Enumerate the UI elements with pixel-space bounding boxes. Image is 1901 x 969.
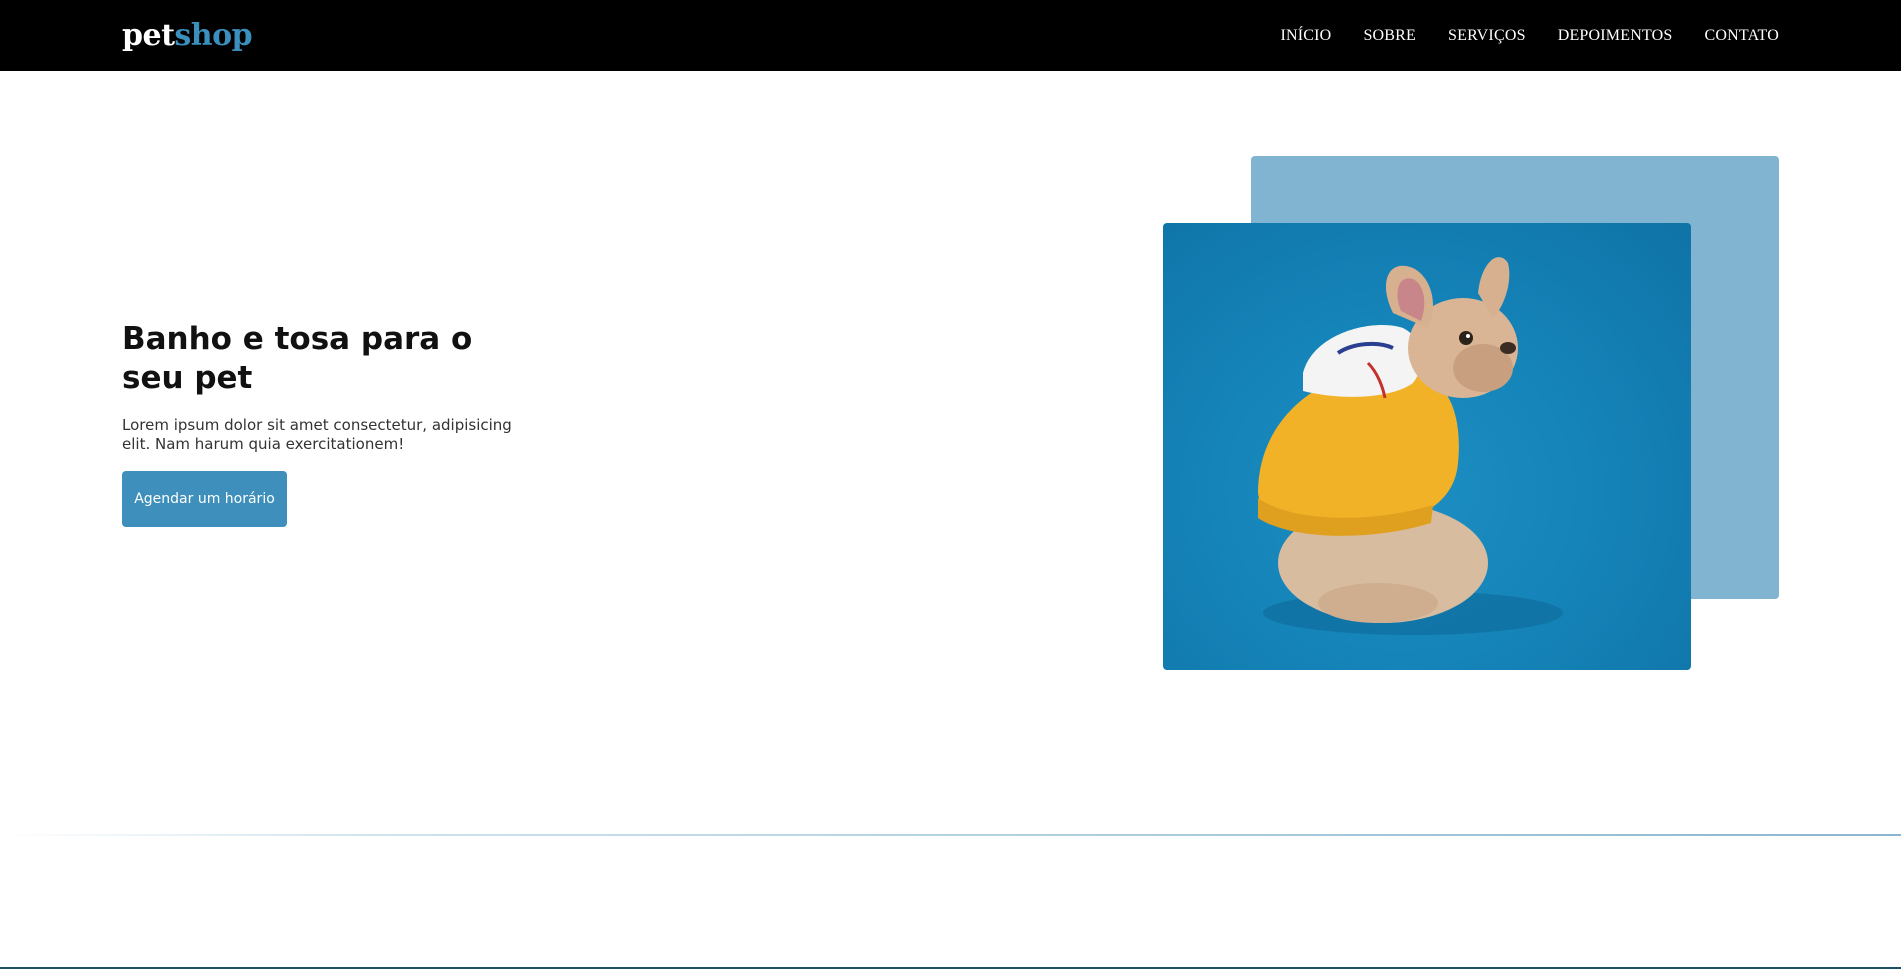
- main-nav: INÍCIO SOBRE SERVIÇOS DEPOIMENTOS CONTAT…: [1280, 0, 1779, 71]
- nav-contato[interactable]: CONTATO: [1705, 27, 1780, 45]
- nav-servicos[interactable]: SERVIÇOS: [1448, 27, 1526, 45]
- hero-title: Banho e tosa para o seu pet: [122, 321, 473, 396]
- logo-shop: shop: [174, 18, 253, 53]
- nav-sobre[interactable]: SOBRE: [1363, 27, 1416, 45]
- nav-depoimentos[interactable]: DEPOIMENTOS: [1558, 27, 1673, 45]
- schedule-button[interactable]: Agendar um horário: [122, 471, 287, 527]
- logo[interactable]: petshop: [122, 16, 253, 56]
- logo-pet: pet: [122, 18, 175, 53]
- site-header: petshop INÍCIO SOBRE SERVIÇOS DEPOIMENTO…: [0, 0, 1901, 71]
- section-divider: [0, 834, 1901, 836]
- hero-dog-photo: [1163, 223, 1691, 670]
- nav-inicio[interactable]: INÍCIO: [1280, 27, 1331, 45]
- hero-description: Lorem ipsum dolor sit amet consectetur, …: [122, 416, 512, 453]
